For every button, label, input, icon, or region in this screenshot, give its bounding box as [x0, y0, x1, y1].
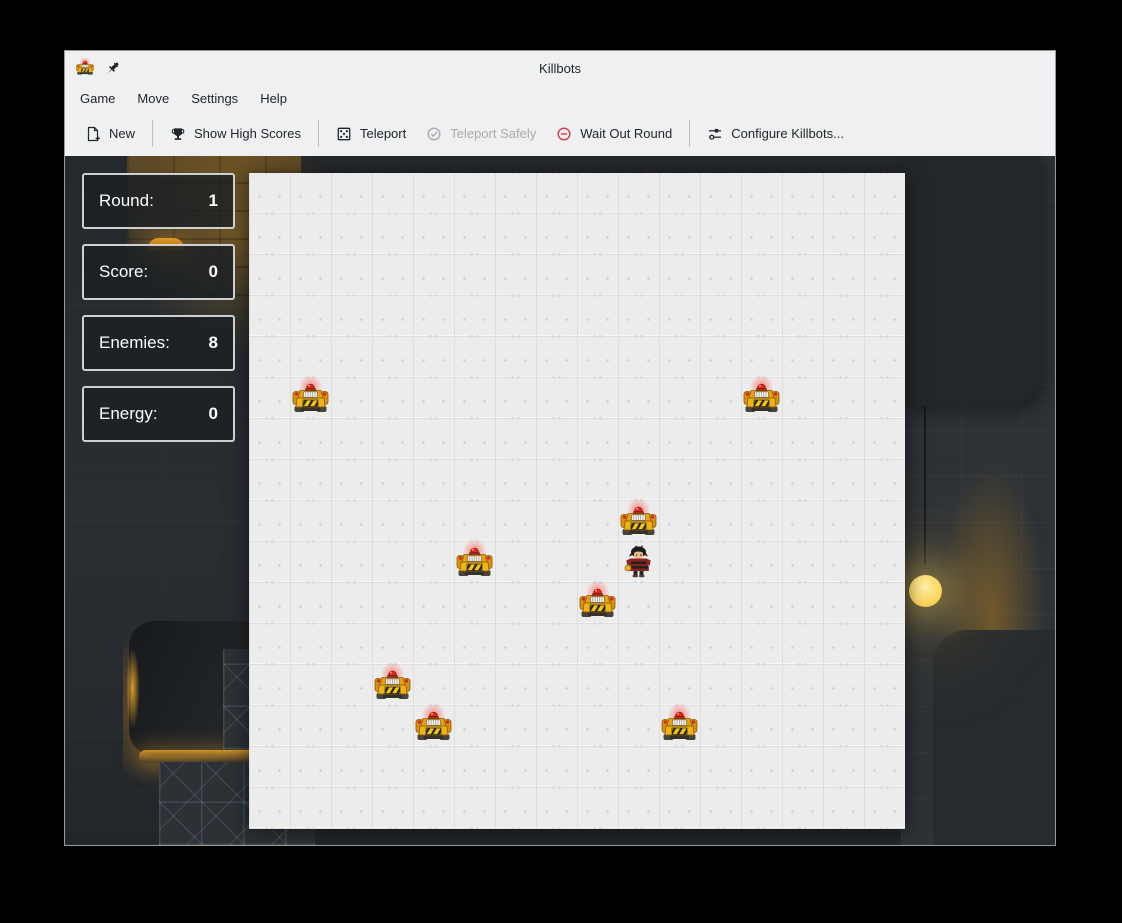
- warm-glow-right: [911, 396, 1055, 836]
- status-enemies-label: Enemies:: [99, 333, 170, 353]
- new-label: New: [109, 126, 135, 141]
- check-circle-icon: [426, 126, 442, 142]
- status-round-label: Round:: [99, 191, 154, 211]
- new-button[interactable]: New: [75, 120, 145, 148]
- robot-sprite: [659, 706, 700, 747]
- game-board[interactable]: [249, 173, 905, 829]
- maximize-button[interactable]: [1004, 61, 1019, 76]
- top-right-panel: [901, 156, 1041, 406]
- configure-killbots-button[interactable]: Configure Killbots...: [697, 120, 854, 148]
- robot-sprite: [413, 706, 454, 747]
- robot-sprite: [577, 583, 618, 624]
- toolbar-separator: [318, 120, 319, 147]
- minus-circle-icon: [556, 126, 572, 142]
- window-controls: [978, 61, 1045, 76]
- status-score: Score: 0: [82, 244, 235, 300]
- window-title: Killbots: [65, 61, 1055, 76]
- minimize-button[interactable]: [978, 61, 993, 76]
- barrel-rim-light: [127, 634, 143, 742]
- robot-sprite: [454, 542, 495, 583]
- teleport-safely-label: Teleport Safely: [450, 126, 536, 141]
- titlebar: Killbots: [65, 51, 1055, 85]
- light-bulb: [909, 575, 942, 607]
- robot-sprite: [741, 378, 782, 419]
- dice-icon: [336, 126, 352, 142]
- menubar: GameMoveSettingsHelp: [65, 85, 1055, 111]
- toolbar-separator: [152, 120, 153, 147]
- robot-sprite: [618, 501, 659, 542]
- configure-icon: [707, 126, 723, 142]
- status-energy: Energy: 0: [82, 386, 235, 442]
- status-round-value: 1: [209, 191, 218, 211]
- configure-killbots-label: Configure Killbots...: [731, 126, 844, 141]
- teleport-safely-button: Teleport Safely: [416, 120, 546, 148]
- killbots-window: Killbots GameMoveSettingsHelp New Show Hi…: [64, 50, 1056, 846]
- status-score-label: Score:: [99, 262, 148, 282]
- document-new-icon: [85, 126, 101, 142]
- menu-help[interactable]: Help: [249, 88, 298, 109]
- right-brick-wall: [901, 156, 1055, 845]
- lamp-socket: [916, 565, 934, 576]
- hero-sprite: [618, 542, 659, 583]
- toolbar: New Show High Scores Teleport Teleport Safe…: [65, 111, 1055, 156]
- show-high-scores-button[interactable]: Show High Scores: [160, 120, 311, 148]
- status-round: Round: 1: [82, 173, 235, 229]
- status-enemies: Enemies: 8: [82, 315, 235, 371]
- status-score-value: 0: [209, 262, 218, 282]
- menu-move[interactable]: Move: [126, 88, 180, 109]
- robot-sprite: [290, 378, 331, 419]
- show-high-scores-label: Show High Scores: [194, 126, 301, 141]
- bottom-right-panel: [933, 630, 1055, 845]
- game-scene: Round: 1 Score: 0 Enemies: 8 Energy: 0: [65, 156, 1055, 845]
- lamp-cord: [924, 406, 926, 567]
- wait-out-round-button[interactable]: Wait Out Round: [546, 120, 682, 148]
- teleport-button[interactable]: Teleport: [326, 120, 416, 148]
- trophy-icon: [170, 126, 186, 142]
- wait-out-round-label: Wait Out Round: [580, 126, 672, 141]
- toolbar-separator: [689, 120, 690, 147]
- menu-game[interactable]: Game: [69, 88, 126, 109]
- close-button[interactable]: [1030, 61, 1045, 76]
- status-energy-value: 0: [209, 404, 218, 424]
- status-energy-label: Energy:: [99, 404, 158, 424]
- status-enemies-value: 8: [209, 333, 218, 353]
- menu-settings[interactable]: Settings: [180, 88, 249, 109]
- teleport-label: Teleport: [360, 126, 406, 141]
- robot-sprite: [372, 665, 413, 706]
